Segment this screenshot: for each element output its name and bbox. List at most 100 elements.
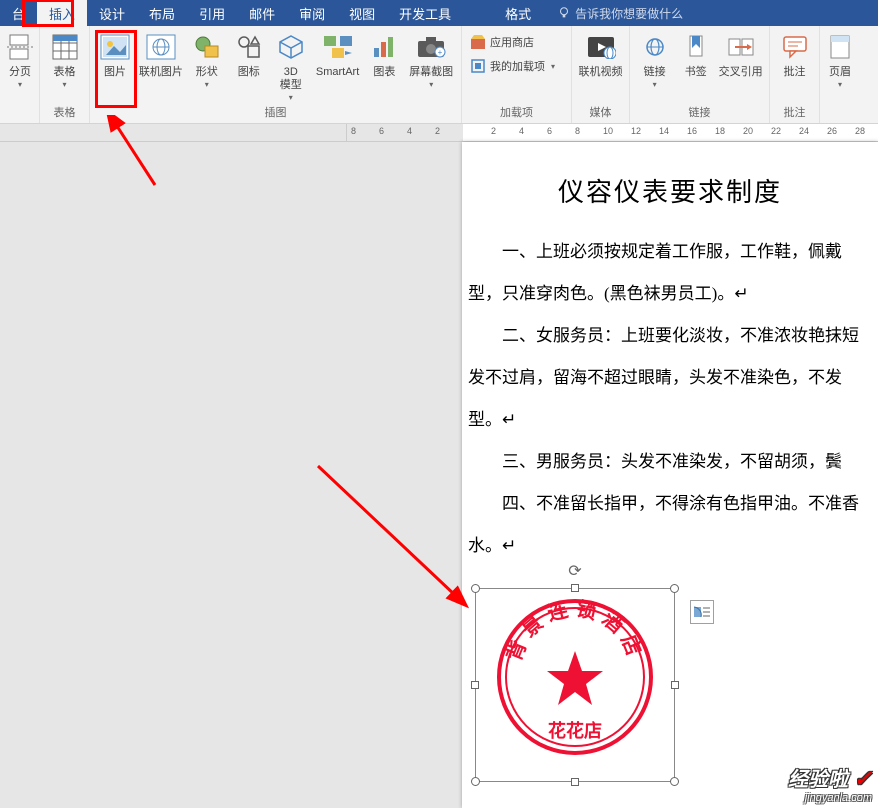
tab-devtools[interactable]: 开发工具	[387, 0, 463, 26]
chevron-down-icon: ▾	[18, 80, 22, 89]
crossref-button[interactable]: 交叉引用	[716, 29, 765, 103]
tab-design[interactable]: 设计	[87, 0, 137, 26]
tab-references[interactable]: 引用	[187, 0, 237, 26]
cube-icon	[275, 31, 307, 63]
tab-view[interactable]: 视图	[337, 0, 387, 26]
chevron-down-icon: ▾	[429, 80, 433, 89]
tab-insert[interactable]: 插入	[37, 0, 87, 26]
tab-layout[interactable]: 布局	[137, 0, 187, 26]
tell-me-search[interactable]: 告诉我你想要做什么	[543, 0, 683, 26]
lightbulb-icon	[557, 6, 571, 20]
addins-icon	[470, 58, 486, 74]
resize-handle[interactable]	[471, 681, 479, 689]
3d-model-button[interactable]: 3D模型 ▾	[270, 29, 312, 103]
group-label-addins: 加载项	[462, 104, 571, 123]
store-icon	[470, 34, 486, 50]
watermark: 经验啦 ✓ jingyanla.com	[788, 763, 872, 804]
icons-icon	[233, 31, 265, 63]
chevron-down-icon: ▾	[289, 93, 293, 102]
video-icon	[585, 31, 617, 63]
document-paragraph: 四、不准留长指甲，不得涂有色指甲油。不准香水。↵	[468, 483, 872, 567]
resize-handle[interactable]	[471, 777, 480, 786]
checkmark-icon: ✓	[854, 766, 872, 791]
comment-icon	[779, 31, 811, 63]
ruler-tick: 14	[659, 126, 669, 136]
resize-handle[interactable]	[671, 681, 679, 689]
ruler-tick: 18	[715, 126, 725, 136]
chevron-down-icon: ▾	[205, 80, 209, 89]
resize-handle[interactable]	[571, 584, 579, 592]
tutorial-arrow-2	[308, 456, 478, 616]
layout-options-icon	[693, 604, 711, 620]
ruler-tick: 16	[687, 126, 697, 136]
link-icon	[639, 31, 671, 63]
chevron-down-icon: ▾	[838, 80, 842, 89]
selected-image-frame[interactable]: ⟳ 背景连锁酒店 花花店	[475, 588, 675, 782]
ruler-tick: 6	[547, 126, 552, 136]
group-label-tables: 表格	[40, 104, 89, 123]
ruler-tick: 26	[827, 126, 837, 136]
shapes-icon	[191, 31, 223, 63]
bookmark-button[interactable]: 书签	[675, 29, 716, 103]
ruler-tick: 20	[743, 126, 753, 136]
screenshot-button[interactable]: + 屏幕截图 ▾	[405, 29, 457, 103]
bookmark-icon	[680, 31, 712, 63]
ruler-tick: 12	[631, 126, 641, 136]
online-video-button[interactable]: 联机视频	[576, 29, 625, 103]
resize-handle[interactable]	[670, 584, 679, 593]
resize-handle[interactable]	[670, 777, 679, 786]
tab-review[interactable]: 审阅	[287, 0, 337, 26]
picture-button[interactable]: 图片	[94, 29, 136, 103]
hyperlink-button[interactable]: 链接 ▾	[634, 29, 675, 103]
tab-format[interactable]: 格式	[493, 0, 543, 26]
ruler-tick: 2	[491, 126, 496, 136]
app-store-button[interactable]: 应用商店	[466, 31, 559, 53]
shapes-button[interactable]: 形状 ▾	[186, 29, 228, 103]
picture-icon	[99, 31, 131, 63]
group-label-links: 链接	[630, 104, 769, 123]
ribbon: 分页 ▾ 表格 ▾ 表格 图片	[0, 26, 878, 124]
header-button[interactable]: 页眉 ▾	[824, 29, 856, 103]
stamp-image: 背景连锁酒店 花花店	[497, 599, 653, 755]
chevron-down-icon: ▾	[62, 80, 66, 89]
comment-button[interactable]: 批注	[774, 29, 815, 103]
smartart-button[interactable]: SmartArt	[312, 29, 364, 103]
my-addins-button[interactable]: 我的加载项 ▾	[466, 55, 559, 77]
document-paragraph: 二、女服务员：上班要化淡妆，不准浓妆艳抹短发不过肩，留海不超过眼睛，头发不准染色…	[468, 315, 872, 441]
ruler-tick: 10	[603, 126, 613, 136]
camera-icon: +	[415, 31, 447, 63]
page-break-button[interactable]: 分页 ▾	[4, 29, 36, 103]
table-button[interactable]: 表格 ▾	[44, 29, 85, 103]
table-icon	[49, 31, 81, 63]
chevron-down-icon: ▾	[551, 62, 555, 71]
ruler-tick: 4	[407, 126, 412, 136]
document-page: 仪容仪表要求制度 一、上班必须按规定着工作服，工作鞋，佩戴型，只准穿肉色。(黑色…	[462, 142, 878, 808]
icons-button[interactable]: 图标	[228, 29, 270, 103]
layout-options-button[interactable]	[690, 600, 714, 624]
crossref-icon	[725, 31, 757, 63]
document-title: 仪容仪表要求制度	[468, 172, 872, 209]
ruler-tick: 8	[575, 126, 580, 136]
svg-text:+: +	[438, 48, 443, 57]
ruler-tick: 4	[519, 126, 524, 136]
chart-icon	[368, 31, 400, 63]
group-label-comments: 批注	[770, 104, 819, 123]
smartart-icon	[322, 31, 354, 63]
ruler-tick: 8	[351, 126, 356, 136]
tutorial-arrow-1	[95, 115, 175, 195]
ruler-tick: 22	[771, 126, 781, 136]
ruler-tick: 28	[855, 126, 865, 136]
online-picture-button[interactable]: 联机图片	[136, 29, 186, 103]
header-icon	[824, 31, 856, 63]
rotate-handle-icon[interactable]: ⟳	[568, 561, 581, 581]
chevron-down-icon: ▾	[653, 80, 657, 89]
resize-handle[interactable]	[571, 778, 579, 786]
online-picture-icon	[145, 31, 177, 63]
ruler-tick: 2	[435, 126, 440, 136]
chart-button[interactable]: 图表	[363, 29, 405, 103]
document-paragraph: 三、男服务员：头发不准染发，不留胡须，鬓	[468, 441, 872, 483]
ruler-tick: 6	[379, 126, 384, 136]
tab-mail[interactable]: 邮件	[237, 0, 287, 26]
tab-start-partial[interactable]: 台	[0, 0, 37, 26]
group-label-media: 媒体	[572, 104, 629, 123]
